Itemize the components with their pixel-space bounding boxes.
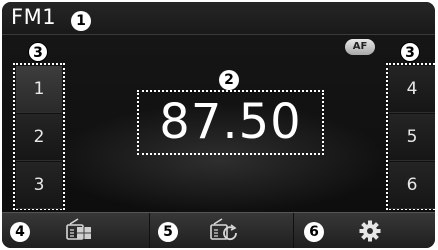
gear-icon xyxy=(359,220,381,242)
callout-marker: 1 xyxy=(71,11,91,31)
callout-marker: 3 xyxy=(400,42,420,62)
callout-marker: 3 xyxy=(28,42,48,62)
preset-button-1[interactable]: 1 xyxy=(16,66,62,113)
preset-button-3[interactable]: 3 xyxy=(16,162,62,209)
radio-screen: FM1 1 AF 3 1 2 3 3 4 5 6 2 87.50 4 5 6 xyxy=(2,2,435,248)
radio-scan-icon xyxy=(210,218,237,241)
settings-button[interactable]: 6 xyxy=(294,213,435,248)
callout-marker: 6 xyxy=(304,222,324,242)
preset-button-5[interactable]: 5 xyxy=(389,114,435,161)
frequency-value: 87.50 xyxy=(159,94,302,150)
callout-marker: 4 xyxy=(10,222,30,242)
radio-list-icon xyxy=(66,218,91,240)
title-bar: FM1 xyxy=(2,2,435,35)
radio-list-button[interactable]: 4 xyxy=(2,213,150,248)
callout-marker: 2 xyxy=(219,70,239,90)
af-button[interactable]: AF xyxy=(345,39,375,55)
preset-group-right: 4 5 6 xyxy=(386,63,435,210)
callout-marker: 5 xyxy=(158,222,178,242)
preset-group-left: 1 2 3 xyxy=(13,63,65,210)
preset-button-4[interactable]: 4 xyxy=(389,66,435,113)
preset-button-2[interactable]: 2 xyxy=(16,114,62,161)
frequency-display: 87.50 xyxy=(137,90,324,155)
bottom-bar: 4 5 6 xyxy=(2,212,435,248)
preset-button-6[interactable]: 6 xyxy=(389,162,435,209)
band-label: FM1 xyxy=(11,5,57,29)
radio-scan-button[interactable]: 5 xyxy=(150,213,294,248)
